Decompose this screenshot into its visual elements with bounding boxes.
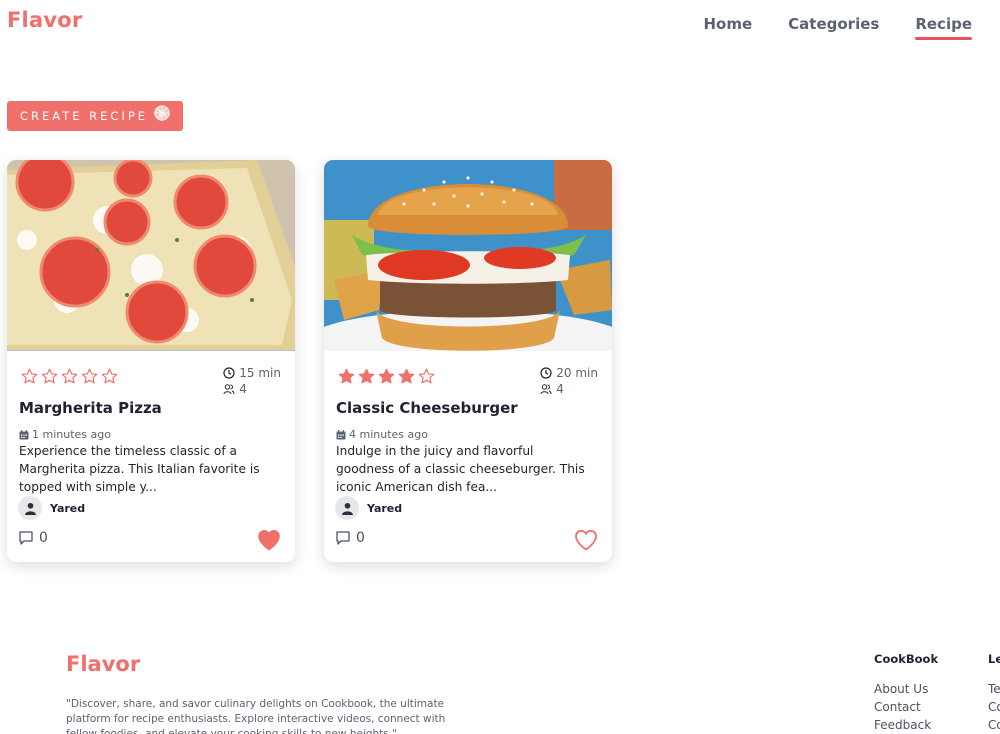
people-icon: [223, 384, 235, 395]
clock-icon: [540, 367, 552, 379]
star-icon[interactable]: [418, 368, 435, 385]
create-recipe-label: CREATE RECIPE: [19, 109, 149, 123]
star-icon[interactable]: [101, 368, 118, 385]
comment-icon: [19, 531, 33, 545]
app-logo[interactable]: Flavor: [7, 8, 82, 32]
author-name: Yared: [50, 501, 86, 515]
author[interactable]: Yared: [18, 496, 85, 520]
create-recipe-button[interactable]: CREATE RECIPE: [7, 101, 183, 131]
calendar-icon: [336, 429, 346, 439]
comments-button[interactable]: 0: [18, 530, 48, 546]
posted-label: 1 minutes ago: [32, 428, 111, 441]
footer-link-feedback[interactable]: Feedback: [874, 716, 938, 734]
footer-link-about[interactable]: About Us: [874, 680, 938, 698]
comment-icon: [336, 531, 350, 545]
star-icon[interactable]: [398, 368, 415, 385]
heart-icon[interactable]: [574, 529, 598, 551]
star-icon[interactable]: [61, 368, 78, 385]
nav-recipe[interactable]: Recipe: [915, 15, 972, 40]
recipe-description: Experience the timeless classic of a Mar…: [19, 444, 260, 494]
star-icon[interactable]: [358, 368, 375, 385]
recipe-title[interactable]: Margherita Pizza: [19, 399, 162, 417]
nav-categories[interactable]: Categories: [788, 15, 879, 38]
burger-photo[interactable]: [324, 160, 612, 351]
nav-home[interactable]: Home: [703, 15, 752, 38]
avatar: [335, 496, 359, 520]
recipe-description: Indulge in the juicy and flavorful goodn…: [336, 444, 585, 494]
clock-icon: [223, 367, 235, 379]
footer-link[interactable]: Te: [988, 680, 1000, 698]
avatar: [18, 496, 42, 520]
recipe-card[interactable]: 15 min 4 Margherita Pizza 1 minutes ago …: [7, 160, 295, 562]
author[interactable]: Yared: [335, 496, 402, 520]
star-icon[interactable]: [81, 368, 98, 385]
footer-link-contact[interactable]: Contact: [874, 698, 938, 716]
star-icon[interactable]: [338, 368, 355, 385]
posted-time: 4 minutes ago: [336, 428, 428, 441]
heart-icon[interactable]: [257, 529, 281, 551]
cook-time: 15 min: [239, 366, 281, 380]
footer-tagline: "Discover, share, and savor culinary del…: [66, 698, 446, 734]
user-icon: [24, 502, 36, 515]
comment-count: 0: [356, 530, 365, 546]
footer-column-title: CookBook: [874, 652, 939, 666]
recipe-meta: 20 min 4: [338, 365, 598, 397]
star-icon[interactable]: [41, 368, 58, 385]
footer-link[interactable]: Co: [988, 698, 1000, 716]
pizza-icon: [154, 105, 170, 121]
main-nav: Home Categories Recipe: [703, 15, 972, 40]
recipe-time-servings: 20 min 4: [540, 365, 598, 397]
star-rating[interactable]: [21, 368, 118, 385]
user-icon: [341, 502, 353, 515]
posted-time: 1 minutes ago: [19, 428, 111, 441]
people-icon: [540, 384, 552, 395]
footer-logo[interactable]: Flavor: [66, 652, 140, 676]
comment-count: 0: [39, 530, 48, 546]
servings: 4: [239, 382, 247, 396]
star-rating[interactable]: [338, 368, 435, 385]
cook-time: 20 min: [556, 366, 598, 380]
recipe-time-servings: 15 min 4: [223, 365, 281, 397]
recipe-title[interactable]: Classic Cheeseburger: [336, 399, 518, 417]
comments-button[interactable]: 0: [335, 530, 365, 546]
recipe-card[interactable]: 20 min 4 Classic Cheeseburger 4 minutes …: [324, 160, 612, 562]
star-icon[interactable]: [378, 368, 395, 385]
footer-column-cookbook: CookBook About Us Contact Feedback: [874, 652, 938, 734]
calendar-icon: [19, 429, 29, 439]
posted-label: 4 minutes ago: [349, 428, 428, 441]
pizza-photo[interactable]: [7, 160, 295, 351]
author-name: Yared: [367, 501, 403, 515]
servings: 4: [556, 382, 564, 396]
footer-link[interactable]: Co: [988, 716, 1000, 734]
star-icon[interactable]: [21, 368, 38, 385]
footer-column-legal: Le Te Co Co: [988, 652, 1000, 734]
recipe-meta: 15 min 4: [21, 365, 281, 397]
footer-column-title: Le: [988, 652, 1000, 666]
